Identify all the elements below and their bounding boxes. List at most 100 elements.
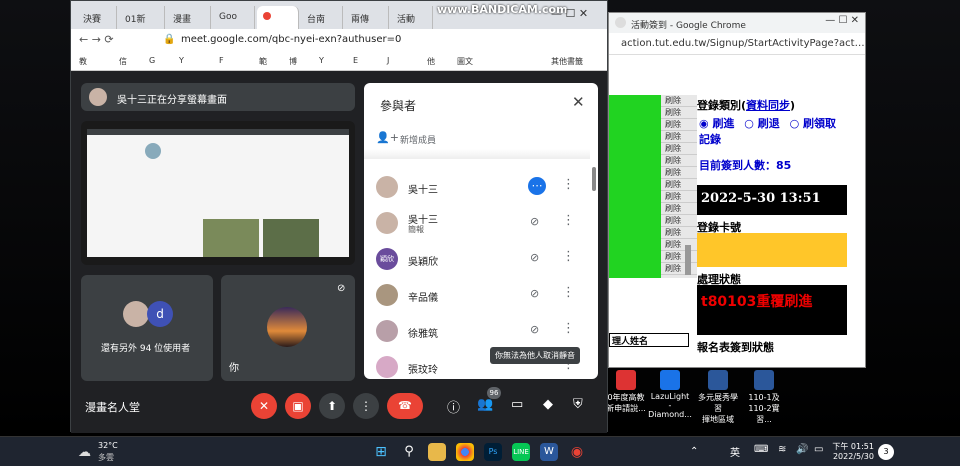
add-people-label[interactable]: 新增成員: [400, 133, 436, 146]
search-icon[interactable]: ⚲: [400, 443, 418, 461]
url-field[interactable]: meet.google.com/qbc-nyei-exn?authuser=0: [181, 34, 401, 45]
participant-row[interactable]: 吳十三 ⋯ ⋮: [364, 169, 598, 205]
cell-item[interactable]: 刷除: [661, 203, 697, 215]
desktop-icon-1[interactable]: 0年度高教 新申請說...: [604, 370, 648, 414]
bookmark[interactable]: 博: [289, 56, 297, 67]
cell-item[interactable]: 刷除: [661, 143, 697, 155]
desktop-icon-3[interactable]: 多元展秀學習 揮地區域: [696, 370, 740, 425]
menu-icon[interactable]: ⋮: [562, 177, 575, 192]
close-icon[interactable]: ✕: [572, 93, 585, 111]
bookmark[interactable]: 教: [79, 56, 87, 67]
bookmark[interactable]: 信: [119, 56, 127, 67]
line-icon[interactable]: LINE: [512, 443, 530, 461]
notification-badge[interactable]: 3: [878, 444, 894, 460]
present-button[interactable]: ⬆: [319, 393, 345, 419]
chevron-up-icon[interactable]: ⌃: [690, 446, 698, 457]
weather-desc[interactable]: 多雲: [98, 452, 114, 463]
desktop-icon-4[interactable]: 110-1及 110-2實習...: [742, 370, 786, 425]
cell-item[interactable]: 刷除: [661, 191, 697, 203]
screen-share-tile[interactable]: [81, 121, 355, 265]
bookmark[interactable]: J: [387, 56, 389, 65]
bookmark[interactable]: Y: [319, 56, 324, 65]
desktop-icon-2[interactable]: LazuLight - Diamond...: [648, 370, 692, 419]
cell-item[interactable]: 刷除: [661, 239, 697, 251]
chrome-icon[interactable]: [456, 443, 474, 461]
tab[interactable]: 漫畫: [167, 6, 211, 29]
add-person-icon[interactable]: 👤+: [376, 131, 399, 144]
tab[interactable]: 活動: [391, 6, 433, 29]
menu-icon[interactable]: ⋮: [562, 321, 575, 336]
radio-check-in[interactable]: ◉ 刷進: [699, 117, 734, 130]
wifi-icon[interactable]: ≋: [778, 444, 786, 455]
bookmark[interactable]: 他: [427, 56, 435, 67]
people-icon[interactable]: 👥: [477, 397, 493, 412]
participant-row[interactable]: 徐雅筑 ⊘ ⋮: [364, 313, 598, 349]
menu-icon[interactable]: ⋮: [562, 213, 575, 228]
keyboard-icon[interactable]: ⌨: [754, 444, 768, 455]
cell-item[interactable]: 刷除: [661, 167, 697, 179]
window-controls[interactable]: — ☐ ✕: [825, 15, 859, 26]
avatar: [123, 301, 149, 327]
start-icon[interactable]: ⊞: [372, 443, 390, 461]
ime-indicator[interactable]: 英: [730, 444, 740, 459]
tab[interactable]: Goo: [213, 6, 255, 29]
tab-meet-active[interactable]: [257, 6, 299, 29]
tab[interactable]: 兩傳: [345, 6, 389, 29]
info-icon[interactable]: ⓘ: [447, 397, 460, 416]
address-bar[interactable]: action.tut.edu.tw/Signup/StartActivityPa…: [609, 33, 865, 55]
desktop-icon-label: LazuLight - Diamond...: [648, 392, 692, 419]
participant-row[interactable]: 吳十三 簡報 ⊘ ⋮: [364, 205, 598, 241]
cell-item[interactable]: 刷除: [661, 227, 697, 239]
menu-icon[interactable]: ⋮: [562, 285, 575, 300]
battery-icon[interactable]: ▭: [814, 444, 823, 455]
tab[interactable]: 台南: [301, 6, 343, 29]
tab[interactable]: 01新: [119, 6, 165, 29]
more-options-button[interactable]: ⋮: [353, 393, 379, 419]
scrollbar[interactable]: [685, 245, 691, 275]
nav-buttons[interactable]: ← → ⟳: [79, 33, 114, 46]
chat-icon[interactable]: ▭: [511, 397, 523, 412]
cell-item[interactable]: 刷除: [661, 107, 697, 119]
card-input[interactable]: [697, 233, 847, 267]
bookmark[interactable]: E: [353, 56, 358, 65]
radio-check-out[interactable]: ○ 刷退: [744, 117, 779, 130]
activities-icon[interactable]: ◆: [543, 397, 553, 412]
cell-item[interactable]: 刷除: [661, 119, 697, 131]
bookmark[interactable]: G: [149, 56, 155, 65]
file-explorer-icon[interactable]: [428, 443, 446, 461]
sync-link[interactable]: 資料同步: [746, 99, 790, 112]
tab[interactable]: 決賽: [77, 6, 117, 29]
mic-toggle-button[interactable]: ✕: [251, 393, 277, 419]
host-controls-icon[interactable]: ⛨: [573, 397, 583, 412]
weather-temp[interactable]: 32°C: [98, 441, 118, 450]
cell-item[interactable]: 刷除: [661, 215, 697, 227]
bookmark[interactable]: 範: [259, 56, 267, 67]
cell-item[interactable]: 刷除: [661, 95, 697, 107]
cell-item[interactable]: 刷除: [661, 155, 697, 167]
cell-item[interactable]: 刷除: [661, 179, 697, 191]
bookmark[interactable]: F: [219, 56, 224, 65]
other-bookmarks[interactable]: 其他書籤: [551, 56, 583, 67]
camera-toggle-button[interactable]: ▣: [285, 393, 311, 419]
record-icon[interactable]: ◉: [568, 443, 586, 461]
more-users-tile[interactable]: d 還有另外 94 位使用者: [81, 275, 213, 381]
leave-call-button[interactable]: ☎: [387, 393, 423, 419]
participant-row[interactable]: 穎欣 吳穎欣 ⊘ ⋮: [364, 241, 598, 277]
self-tile[interactable]: ⊘ 你: [221, 275, 355, 381]
menu-icon[interactable]: ⋮: [562, 249, 575, 264]
bookmark[interactable]: 圖文: [457, 56, 473, 67]
volume-icon[interactable]: 🔊: [796, 444, 808, 455]
lock-icon[interactable]: 🔒: [163, 34, 175, 45]
cell-item[interactable]: 刷除: [661, 251, 697, 263]
more-dots-icon[interactable]: ⋯: [528, 177, 546, 195]
window-controls[interactable]: — ☐ ✕: [551, 7, 588, 20]
radio-receive[interactable]: ○ 刷領取: [790, 117, 836, 130]
cell-item[interactable]: 刷除: [661, 131, 697, 143]
word-icon[interactable]: W: [540, 443, 558, 461]
participant-row[interactable]: 辛品儀 ⊘ ⋮: [364, 277, 598, 313]
clock-date[interactable]: 2022/5/30: [832, 452, 874, 461]
cell-item[interactable]: 刷除: [661, 263, 697, 275]
photoshop-icon[interactable]: Ps: [484, 443, 502, 461]
clock-time[interactable]: 下午 01:51: [832, 441, 874, 452]
bookmark[interactable]: Y: [179, 56, 184, 65]
